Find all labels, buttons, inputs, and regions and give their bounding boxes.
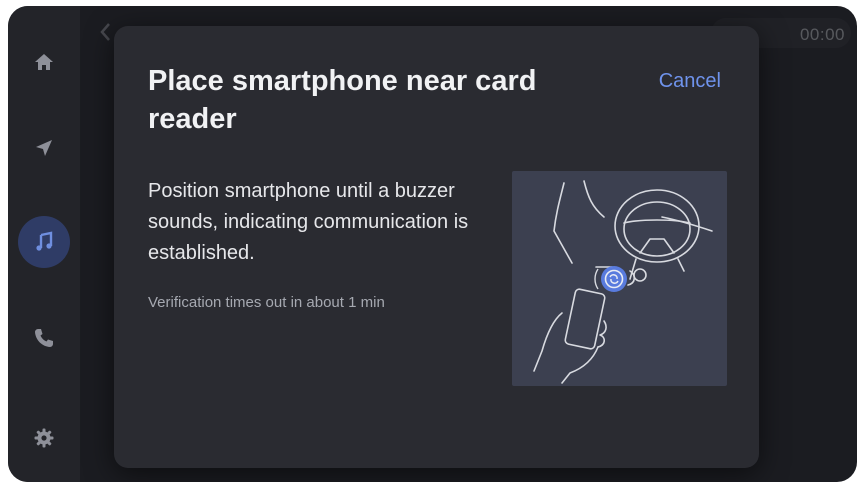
card-reader-illustration	[512, 171, 727, 386]
nav-rail	[8, 6, 80, 482]
nav-settings[interactable]	[18, 412, 70, 464]
music-note-icon	[36, 231, 53, 251]
home-icon	[35, 54, 53, 70]
dialog-instructions: Position smartphone until a buzzer sound…	[148, 180, 469, 264]
nav-phone[interactable]	[18, 312, 70, 364]
nav-media[interactable]	[18, 216, 70, 268]
navigation-arrow-icon	[36, 140, 52, 156]
nfc-pairing-dialog: Place smartphone near card reader Cancel…	[114, 26, 759, 468]
timeout-note: Verification times out in about 1 min	[148, 294, 385, 311]
back-chevron-icon[interactable]	[98, 20, 114, 44]
gear-icon	[34, 428, 54, 448]
clock: 00:00	[799, 25, 845, 44]
nav-home[interactable]	[18, 36, 70, 88]
nav-navigation[interactable]	[18, 122, 70, 174]
cancel-button[interactable]: Cancel	[659, 70, 721, 93]
smartphone-nfc-card-reader-icon	[533, 180, 713, 384]
infotainment-screen: 00:00 Place smartphone near card reader …	[8, 6, 857, 482]
phone-icon	[35, 329, 53, 347]
dialog-title: Place smartphone near card reader	[148, 65, 537, 135]
